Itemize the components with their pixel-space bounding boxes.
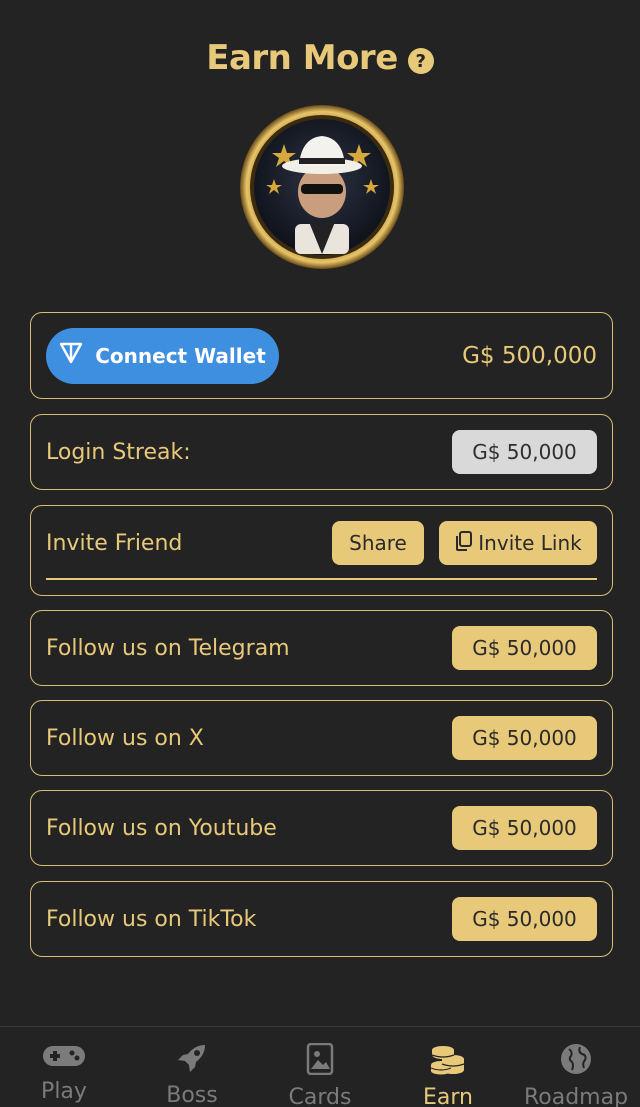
gamepad-icon bbox=[42, 1043, 86, 1075]
coins-icon bbox=[429, 1043, 467, 1081]
card-icon bbox=[306, 1042, 334, 1081]
invite-friend-label: Invite Friend bbox=[46, 531, 183, 556]
invite-link-divider bbox=[46, 578, 597, 580]
globe-icon bbox=[560, 1043, 592, 1081]
task-label: Follow us on Telegram bbox=[46, 635, 290, 661]
avatar bbox=[239, 104, 405, 270]
share-button[interactable]: Share bbox=[332, 521, 424, 565]
tab-label: Roadmap bbox=[523, 1085, 629, 1107]
tab-earn[interactable]: Earn bbox=[384, 1027, 512, 1107]
invite-link-label: Invite Link bbox=[478, 531, 582, 555]
task-label: Follow us on X bbox=[46, 725, 204, 751]
wallet-reward-amount: G$ 500,000 bbox=[462, 342, 597, 369]
login-streak-card: Login Streak: G$ 50,000 bbox=[30, 414, 613, 490]
login-streak-reward-button[interactable]: G$ 50,000 bbox=[452, 430, 597, 474]
invite-link-button[interactable]: Invite Link bbox=[439, 521, 597, 565]
task-card-youtube: Follow us on Youtube G$ 50,000 bbox=[30, 790, 613, 866]
tab-label: Boss bbox=[166, 1083, 218, 1107]
task-reward-button[interactable]: G$ 50,000 bbox=[452, 806, 597, 850]
tab-boss[interactable]: Boss bbox=[128, 1027, 256, 1107]
login-streak-label: Login Streak: bbox=[46, 439, 191, 465]
header: Earn More ? bbox=[0, 38, 640, 78]
tab-label: Cards bbox=[288, 1085, 352, 1107]
copy-icon bbox=[454, 530, 474, 557]
connect-wallet-label: Connect Wallet bbox=[95, 343, 266, 368]
tab-roadmap[interactable]: Roadmap bbox=[512, 1027, 640, 1107]
bottom-tab-bar: Play Boss Cards Earn Roadmap bbox=[0, 1026, 640, 1107]
task-card-x: Follow us on X G$ 50,000 bbox=[30, 700, 613, 776]
task-reward-button[interactable]: G$ 50,000 bbox=[452, 897, 597, 941]
tab-cards[interactable]: Cards bbox=[256, 1027, 384, 1107]
help-icon[interactable]: ? bbox=[407, 48, 434, 74]
connect-wallet-button[interactable]: Connect Wallet bbox=[46, 327, 279, 384]
share-label: Share bbox=[349, 531, 407, 555]
rocket-icon bbox=[175, 1043, 209, 1079]
task-label: Follow us on Youtube bbox=[46, 815, 277, 841]
wallet-card: Connect Wallet G$ 500,000 bbox=[30, 312, 613, 399]
task-label: Follow us on TikTok bbox=[46, 906, 257, 932]
task-reward-button[interactable]: G$ 50,000 bbox=[452, 626, 597, 670]
tab-label: Play bbox=[41, 1079, 87, 1104]
tab-label: Earn bbox=[423, 1085, 473, 1107]
page-title: Earn More bbox=[206, 38, 398, 78]
task-card-telegram: Follow us on Telegram G$ 50,000 bbox=[30, 610, 613, 686]
ton-icon bbox=[59, 342, 83, 369]
task-reward-button[interactable]: G$ 50,000 bbox=[452, 716, 597, 760]
invite-friend-card: Invite Friend Share Invite Link bbox=[30, 505, 613, 596]
tab-play[interactable]: Play bbox=[0, 1027, 128, 1107]
task-card-tiktok: Follow us on TikTok G$ 50,000 bbox=[30, 881, 613, 957]
